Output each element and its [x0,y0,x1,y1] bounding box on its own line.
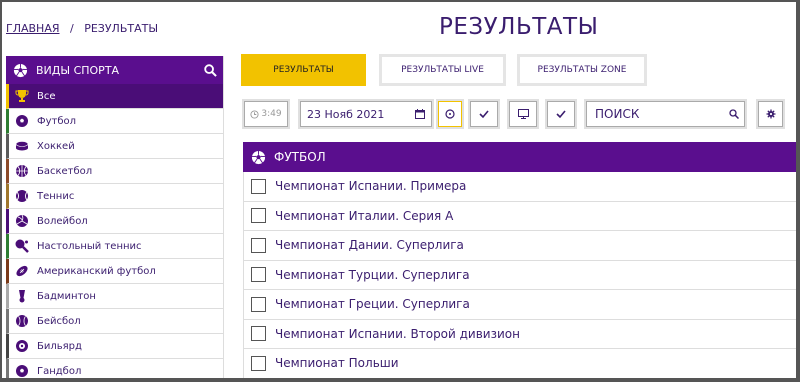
search-icon[interactable] [204,63,217,77]
league-name: Чемпионат Польши [275,356,399,371]
list-item[interactable]: Чемпионат Польши [243,349,796,378]
sidebar-item-badminton[interactable]: Бадминтон [6,284,223,309]
hockey-puck-icon [15,139,29,153]
american-football-icon [15,264,29,278]
league-checkbox[interactable] [251,267,266,283]
sidebar-item-football[interactable]: Футбол [6,109,223,134]
monitor-button[interactable] [507,99,539,129]
league-list: Чемпионат Испании. Примера Чемпионат Ита… [243,172,796,378]
shuttlecock-icon [15,289,29,303]
clock-filter-button[interactable] [436,99,464,129]
calendar-icon[interactable] [415,109,425,119]
league-checkbox[interactable] [251,355,266,371]
sidebar-title: ВИДЫ СПОРТА [36,63,120,77]
list-item[interactable]: Чемпионат Дании. Суперлига [243,231,796,261]
date-picker[interactable]: 23 Нояб 2021 [298,99,434,129]
time-display: 3:49 [242,99,290,129]
sidebar-item-label: Настольный теннис [37,240,142,252]
clock-icon [445,109,455,119]
sidebar-item-label: Бильярд [37,340,82,352]
trophy-icon [15,89,29,103]
basketball-icon [15,164,29,178]
breadcrumb: ГЛАВНАЯ / РЕЗУЛЬТАТЫ [6,22,158,35]
breadcrumb-separator: / [70,22,74,35]
sidebar-item-basketball[interactable]: Баскетбол [6,159,223,184]
monitor-icon [517,109,529,119]
sidebar-item-billiards[interactable]: Бильярд [6,334,223,359]
league-checkbox[interactable] [251,296,266,312]
sidebar-item-american-football[interactable]: Американский футбол [6,259,223,284]
list-item[interactable]: Чемпионат Греции. Суперлига [243,290,796,320]
time-value: 3:49 [261,109,282,119]
settings-button[interactable] [756,99,785,129]
tab-results-zone[interactable]: РЕЗУЛЬТАТЫ ZONE [517,54,647,86]
check-icon [556,110,566,119]
breadcrumb-current: РЕЗУЛЬТАТЫ [84,22,159,35]
sidebar-item-label: Гандбол [37,365,82,377]
confirm-time-button[interactable] [468,99,500,129]
sports-sidebar: ВИДЫ СПОРТА Все Футбол Хоккей Баскетбол … [6,56,224,378]
sidebar-item-handball[interactable]: Гандбол [6,359,223,378]
league-checkbox[interactable] [251,237,266,253]
league-checkbox[interactable] [251,326,266,342]
list-item[interactable]: Чемпионат Италии. Серия А [243,201,796,231]
page-frame: ГЛАВНАЯ / РЕЗУЛЬТАТЫ РЕЗУЛЬТАТЫ ВИДЫ СПО… [0,0,800,382]
league-checkbox[interactable] [251,208,266,224]
soccer-ball-icon [15,114,29,128]
breadcrumb-home-link[interactable]: ГЛАВНАЯ [6,22,60,35]
sidebar-item-label: Хоккей [37,140,75,152]
league-name: Чемпионат Испании. Второй дивизион [275,326,520,341]
sidebar-item-volleyball[interactable]: Волейбол [6,209,223,234]
date-value: 23 Нояб 2021 [307,107,385,121]
league-name: Чемпионат Турции. Суперлига [275,267,470,282]
sidebar-item-hockey[interactable]: Хоккей [6,134,223,159]
sidebar-header: ВИДЫ СПОРТА [6,56,223,84]
clock-icon [250,109,259,119]
tab-results-live[interactable]: РЕЗУЛЬТАТЫ LIVE [379,54,506,86]
list-item[interactable]: Чемпионат Турции. Суперлига [243,260,796,290]
league-name: Чемпионат Испании. Примера [275,179,467,194]
football-section-header[interactable]: ФУТБОЛ [243,142,796,172]
sidebar-item-label: Футбол [37,115,77,127]
sidebar-item-label: Американский футбол [37,265,156,277]
page-title: РЕЗУЛЬТАТЫ [439,14,599,40]
sidebar-item-baseball[interactable]: Бейсбол [6,309,223,334]
league-name: Чемпионат Дании. Суперлига [275,238,464,253]
search-placeholder: ПОИСК [595,107,640,121]
sidebar-item-label: Теннис [37,190,75,202]
search-icon[interactable] [729,109,739,119]
soccer-ball-icon [251,150,266,164]
tab-results[interactable]: РЕЗУЛЬТАТЫ [241,54,366,86]
gear-icon [766,109,775,119]
list-item[interactable]: Чемпионат Испании. Примера [243,172,796,202]
ping-pong-icon [15,239,29,253]
check-icon [479,110,489,119]
search-input[interactable]: ПОИСК [584,99,747,129]
sidebar-item-label: Бадминтон [37,290,96,302]
confirm-button[interactable] [545,99,577,129]
sidebar-item-label: Волейбол [37,215,88,227]
soccer-ball-icon [13,63,28,77]
tennis-ball-icon [15,189,29,203]
handball-icon [15,364,29,378]
league-name: Чемпионат Италии. Серия А [275,208,454,223]
baseball-icon [15,314,29,328]
sidebar-item-tennis[interactable]: Теннис [6,184,223,209]
sidebar-item-label: Все [37,90,56,102]
volleyball-icon [15,214,29,228]
sidebar-item-all[interactable]: Все [6,84,223,109]
league-checkbox[interactable] [251,178,266,194]
sidebar-item-table-tennis[interactable]: Настольный теннис [6,234,223,259]
sidebar-item-label: Баскетбол [37,165,93,177]
sidebar-item-label: Бейсбол [37,315,81,327]
section-title: ФУТБОЛ [274,150,326,164]
league-name: Чемпионат Греции. Суперлига [275,297,470,312]
billiard-ball-icon [15,339,29,353]
list-item[interactable]: Чемпионат Испании. Второй дивизион [243,319,796,349]
